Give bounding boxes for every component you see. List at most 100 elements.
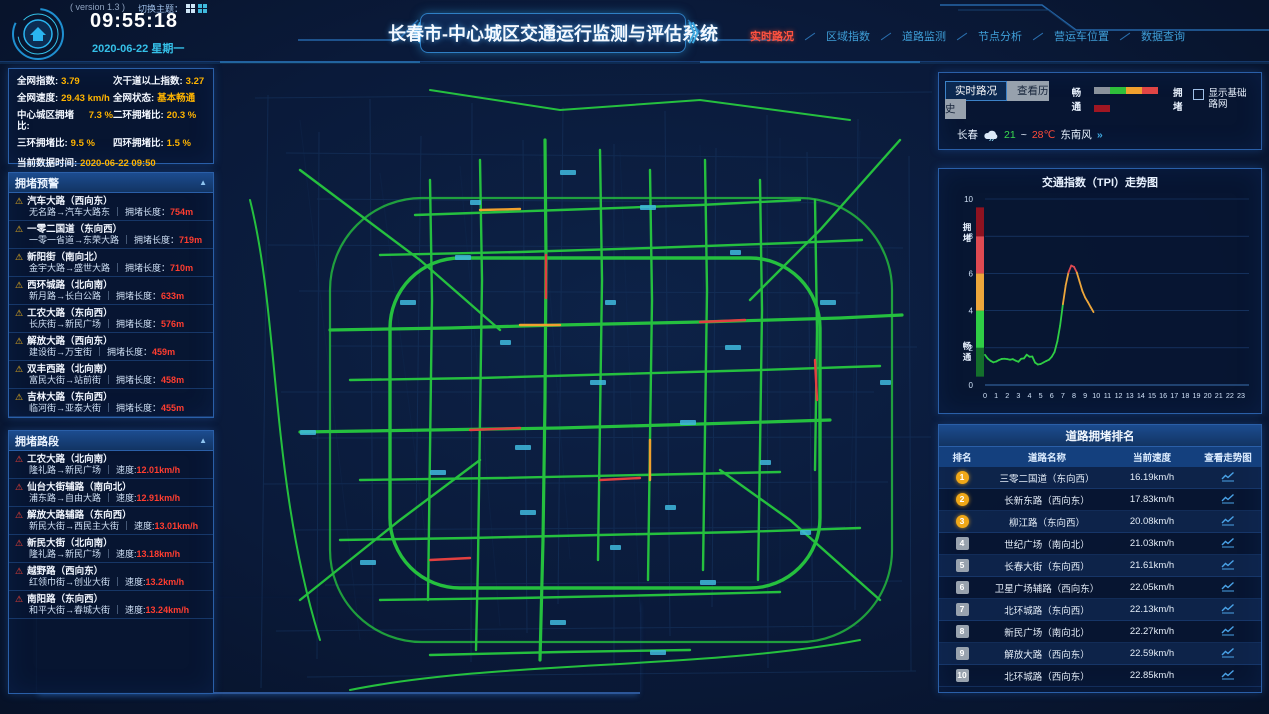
trend-chart-icon[interactable] xyxy=(1195,471,1261,485)
road-name-cell: 北环城路（东向西） xyxy=(985,603,1109,617)
stat-item: 二环拥堵比:20.3 % xyxy=(113,110,205,132)
value: 13.24km/h xyxy=(146,605,190,615)
list-item[interactable]: ⚠解放大路辅路（东向西）新民大街→西民主大街｜速度:13.01km/h xyxy=(9,507,213,535)
item-detail-row: 建设街→万宝街｜拥堵长度：459m xyxy=(15,347,207,358)
collapse-icon[interactable]: ▲ xyxy=(199,178,207,187)
network-stats-panel: 全网指数:3.79次干道以上指数:3.27全网速度:29.43 km/h全网状态… xyxy=(8,68,214,164)
legend-color-block xyxy=(1094,105,1110,112)
item-title-row: ⚠双丰西路（北向南） xyxy=(15,364,207,375)
ranking-row[interactable]: 1三零二国道（东向西）16.19km/h xyxy=(939,467,1261,489)
item-title-row: ⚠工农大路（东向西） xyxy=(15,308,207,319)
value: 710m xyxy=(170,263,193,273)
list-item[interactable]: ⚠南阳路（东向西）和平大街→春城大街｜速度:13.24km/h xyxy=(9,591,213,619)
current-date: 2020-06-22 星期一 xyxy=(92,40,184,56)
ranking-row[interactable]: 9解放大路（西向东）22.59km/h xyxy=(939,643,1261,665)
road-name-cell: 解放大路（西向东） xyxy=(985,647,1109,661)
stat-label: 次干道以上指数: xyxy=(113,76,183,87)
legend-color-block xyxy=(1110,87,1126,94)
app-title: 长春市-中心城区交通运行监测与评估系统 xyxy=(388,20,718,46)
home-logo[interactable] xyxy=(10,6,66,62)
value-label: 拥堵长度： xyxy=(116,375,161,385)
rank-badge: 1 xyxy=(956,471,969,484)
ranking-row[interactable]: 2长新东路（西向东）17.83km/h xyxy=(939,489,1261,511)
nav-item-3[interactable]: 道路监测 xyxy=(902,28,946,44)
item-detail-row: 富民大街→站前街｜拥堵长度：458m xyxy=(15,375,207,386)
value: 13.2km/h xyxy=(146,577,185,587)
value-label: 拥堵长度： xyxy=(116,291,161,301)
nav-item-4[interactable]: 节点分析 xyxy=(978,28,1022,44)
list-item[interactable]: ⚠西环城路（北向南）新月路→长白公路｜拥堵长度：633m xyxy=(9,277,213,305)
value-label: 速度: xyxy=(116,465,137,475)
trend-chart-icon[interactable] xyxy=(1195,647,1261,661)
list-item[interactable]: ⚠双丰西路（北向南）富民大街→站前街｜拥堵长度：458m xyxy=(9,361,213,389)
trend-chart-icon[interactable] xyxy=(1195,603,1261,617)
weather-more-arrow[interactable]: » xyxy=(1097,129,1103,141)
item-title-row: ⚠ 新民大街（北向南） xyxy=(15,538,207,549)
list-item[interactable]: ⚠越野路（西向东）红领巾街→创业大街｜速度:13.2km/h xyxy=(9,563,213,591)
list-item[interactable]: ⚠新民大街（北向南）隆礼路→新民广场｜速度:13.18km/h xyxy=(9,535,213,563)
svg-text:0: 0 xyxy=(983,391,987,400)
stat-value: 9.5 % xyxy=(71,138,95,149)
road-name: 解放大路辅路（东向西） xyxy=(27,510,132,521)
ranking-row[interactable]: 7北环城路（东向西）22.13km/h xyxy=(939,599,1261,621)
list-item[interactable]: ⚠工农大路（北向南）隆礼路→新民广场｜速度:12.01km/h xyxy=(9,451,213,479)
list-item[interactable]: ⚠仙台大街辅路（南向北）浦东路→自由大路｜速度:12.91km/h xyxy=(9,479,213,507)
nav-item-5[interactable]: 营运车位置 xyxy=(1054,28,1109,44)
list-item[interactable]: ⚠一零二国道（东向西）一零一省道→东荣大路｜拥堵长度：719m xyxy=(9,221,213,249)
svg-text:2: 2 xyxy=(1005,391,1009,400)
ranking-row[interactable]: 6卫星广场辅路（西向东）22.05km/h xyxy=(939,577,1261,599)
list-item[interactable]: ⚠汽车大路（西向东）无名路→汽车大路东｜拥堵长度：754m xyxy=(9,193,213,221)
trend-chart-icon[interactable] xyxy=(1195,625,1261,639)
svg-text:通: 通 xyxy=(963,352,972,362)
ranking-row[interactable]: 10北环城路（西向东）22.85km/h xyxy=(939,665,1261,687)
trend-chart-icon[interactable] xyxy=(1195,559,1261,573)
trend-chart-icon[interactable] xyxy=(1195,669,1261,683)
rank-cell: 3 xyxy=(939,515,985,528)
svg-text:4: 4 xyxy=(969,307,974,316)
item-title-row: ⚠汽车大路（西向东） xyxy=(15,196,207,207)
value-label: 拥堵长度： xyxy=(134,235,179,245)
item-detail-row: 金宇大路→盛世大路｜拥堵长度：710m xyxy=(15,263,207,274)
alert-triangle-icon: ⚠ xyxy=(15,539,23,548)
theme-grid-icon-cyan[interactable] xyxy=(198,4,207,13)
tab-realtime[interactable]: 实时路况 xyxy=(945,81,1007,101)
item-title-row: ⚠解放大路辅路（东向西） xyxy=(15,510,207,521)
svg-text:20: 20 xyxy=(1204,391,1212,400)
value: 576m xyxy=(161,319,184,329)
ranking-row[interactable]: 5长春大街（东向西）21.61km/h xyxy=(939,555,1261,577)
nav-item-1[interactable]: 实时路况 xyxy=(750,28,794,44)
value-label: 速度: xyxy=(125,577,146,587)
list-item[interactable]: ⚠工农大路（东向西）长庆街→新民广场｜拥堵长度：576m xyxy=(9,305,213,333)
stat-label: 全网速度: xyxy=(17,93,58,104)
road-name: 新民大街（北向南） xyxy=(27,538,113,549)
list-item[interactable]: ⚠南湖大路（东向西）南湖新村中街→南湖广场｜拥堵长度：438m xyxy=(9,417,213,418)
nav-item-6[interactable]: 数据查询 xyxy=(1141,28,1185,44)
list-item[interactable]: ⚠解放大路（西向东）建设街→万宝街｜拥堵长度：459m xyxy=(9,333,213,361)
list-item[interactable]: ⚠新阳街（南向北）金宇大路→盛世大路｜拥堵长度：710m xyxy=(9,249,213,277)
warning-triangle-icon: ⚠ xyxy=(15,337,23,346)
trend-chart-icon[interactable] xyxy=(1195,515,1261,529)
nav-item-2[interactable]: 区域指数 xyxy=(826,28,870,44)
traffic-legend: 畅通 拥堵 xyxy=(1069,81,1194,117)
road-name-cell: 卫星广场辅路（西向东） xyxy=(985,581,1109,595)
ranking-row[interactable]: 8新民广场（南向北）22.27km/h xyxy=(939,621,1261,643)
svg-text:17: 17 xyxy=(1170,391,1178,400)
legend-color-block xyxy=(1126,87,1142,94)
trend-chart-icon[interactable] xyxy=(1195,493,1261,507)
ranking-row[interactable]: 3柳江路（东向西）20.08km/h xyxy=(939,511,1261,533)
svg-text:6: 6 xyxy=(1050,391,1054,400)
theme-grid-icon-light[interactable] xyxy=(186,4,195,13)
stat-label: 三环拥堵比: xyxy=(17,138,68,149)
list-item[interactable]: ⚠吉林大路（东向西）临河街→亚泰大街｜拥堵长度：455m xyxy=(9,389,213,417)
value-label: 速度: xyxy=(134,521,155,531)
rank-badge: 4 xyxy=(956,537,969,550)
collapse-icon[interactable]: ▲ xyxy=(199,436,207,445)
ranking-row[interactable]: 4世纪广场（南向北）21.03km/h xyxy=(939,533,1261,555)
svg-text:23: 23 xyxy=(1237,391,1245,400)
nav-separator xyxy=(957,32,967,40)
segment: 长庆街→新民广场 xyxy=(29,319,101,329)
trend-chart-icon[interactable] xyxy=(1195,581,1261,595)
show-base-network-checkbox[interactable] xyxy=(1193,89,1204,100)
warning-panel-title: 拥堵预警 xyxy=(15,175,59,191)
trend-chart-icon[interactable] xyxy=(1195,537,1261,551)
